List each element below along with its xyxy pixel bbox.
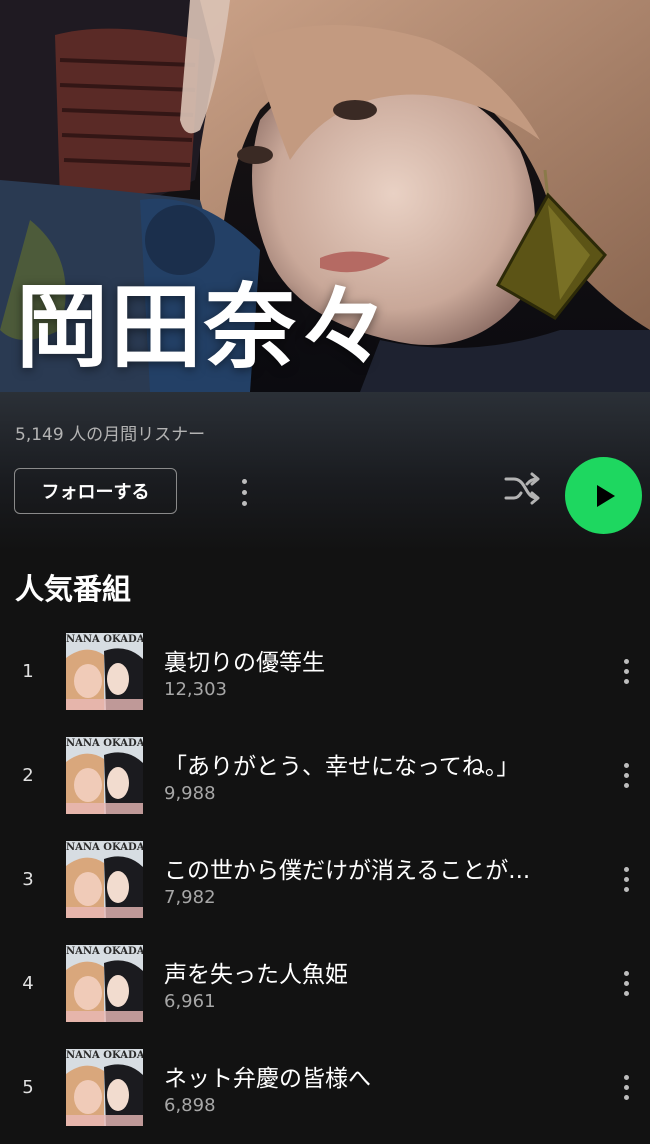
- episode-cover: NANA OKADA: [66, 841, 143, 918]
- shuffle-icon[interactable]: [503, 470, 543, 506]
- cover-text: NANA OKADA: [66, 634, 143, 645]
- track-row[interactable]: 5 NANA OKADA ネット弁慶の皆様へ 6,898: [0, 1049, 650, 1129]
- artist-name: 岡田奈々: [16, 274, 393, 381]
- cover-text: NANA OKADA: [66, 738, 143, 749]
- dot: [623, 678, 629, 684]
- track-row[interactable]: 1 NANA OKADA 裏切りの優等生 12,303: [0, 633, 650, 713]
- cover-text: NANA OKADA: [66, 842, 143, 853]
- track-title: この世から僕だけが消えることが...: [164, 858, 531, 884]
- track-row[interactable]: 4 NANA OKADA 声を失った人魚姫 6,961: [0, 945, 650, 1025]
- dot: [623, 1084, 629, 1090]
- dot: [623, 762, 629, 768]
- more-vert-icon[interactable]: [612, 653, 640, 689]
- dot: [623, 970, 629, 976]
- dot: [623, 990, 629, 996]
- track-play-count: 6,961: [164, 991, 216, 1012]
- dot: [623, 782, 629, 788]
- play-icon: [596, 484, 615, 507]
- more-vert-icon[interactable]: [612, 965, 640, 1001]
- track-play-count: 9,988: [164, 783, 216, 804]
- dot: [623, 876, 629, 882]
- track-rank: 3: [22, 869, 34, 890]
- dot: [623, 886, 629, 892]
- dot: [623, 980, 629, 986]
- dot: [623, 668, 629, 674]
- track-title: ネット弁慶の皆様へ: [164, 1066, 371, 1092]
- dot: [241, 500, 247, 506]
- popular-section-title: 人気番組: [15, 572, 132, 606]
- track-title: 裏切りの優等生: [164, 650, 325, 676]
- artist-hero-image: 岡田奈々: [0, 0, 650, 392]
- track-row[interactable]: 3 NANA OKADA この世から僕だけが消えることが... 7,982: [0, 841, 650, 921]
- more-vert-icon[interactable]: [612, 861, 640, 897]
- track-title: 「ありがとう、幸せになってね。」: [164, 754, 520, 780]
- track-play-count: 6,898: [164, 1095, 216, 1116]
- dot: [623, 658, 629, 664]
- episode-cover: NANA OKADA: [66, 633, 143, 710]
- track-play-count: 12,303: [164, 679, 227, 700]
- dot: [241, 478, 247, 484]
- more-vert-icon[interactable]: [612, 757, 640, 793]
- track-rank: 4: [22, 973, 34, 994]
- track-title: 声を失った人魚姫: [164, 962, 348, 988]
- dot: [623, 866, 629, 872]
- play-button[interactable]: [565, 457, 642, 534]
- monthly-listeners: 5,149 人の月間リスナー: [15, 425, 206, 445]
- track-row[interactable]: 2 NANA OKADA 「ありがとう、幸せになってね。」 9,988: [0, 737, 650, 817]
- cover-text: NANA OKADA: [66, 1050, 143, 1061]
- dot: [623, 1094, 629, 1100]
- cover-text: NANA OKADA: [66, 946, 143, 957]
- track-play-count: 7,982: [164, 887, 216, 908]
- track-rank: 5: [22, 1077, 34, 1098]
- more-vert-icon[interactable]: [230, 472, 258, 512]
- dot: [241, 489, 247, 495]
- dot: [623, 772, 629, 778]
- episode-cover: NANA OKADA: [66, 737, 143, 814]
- track-rank: 1: [22, 661, 34, 682]
- episode-cover: NANA OKADA: [66, 945, 143, 1022]
- episode-cover: NANA OKADA: [66, 1049, 143, 1126]
- track-rank: 2: [22, 765, 34, 786]
- more-vert-icon[interactable]: [612, 1069, 640, 1105]
- dot: [623, 1074, 629, 1080]
- follow-button[interactable]: フォローする: [14, 468, 177, 514]
